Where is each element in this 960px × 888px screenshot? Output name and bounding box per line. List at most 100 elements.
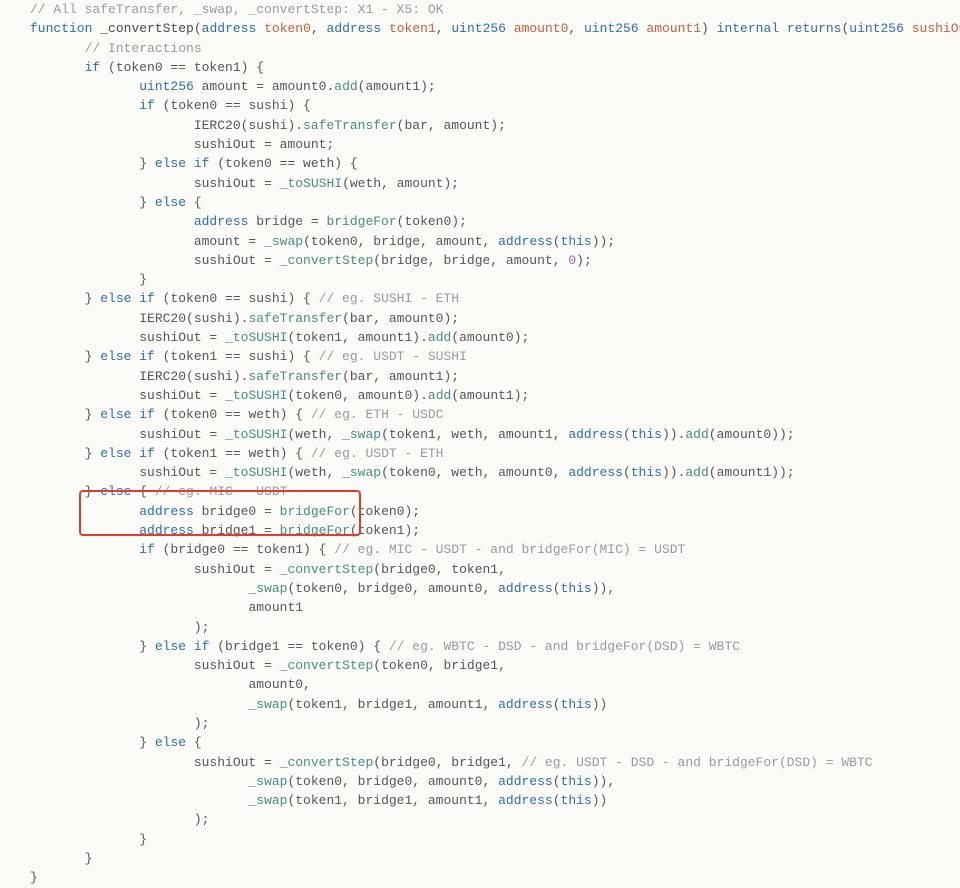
- code-token: (token1 == weth) {: [155, 446, 311, 461]
- code-token: _toSUSHI: [225, 388, 287, 403]
- code-token: _swap: [248, 793, 287, 808]
- code-token: bridgeFor: [326, 214, 396, 229]
- code-token: (weth,: [287, 465, 342, 480]
- code-token: else if: [100, 291, 155, 306]
- code-token: sushiOut =: [194, 253, 280, 268]
- code-token: (token0);: [397, 214, 467, 229]
- code-token: (token1, bridge1, amount1,: [287, 793, 498, 808]
- code-token: }: [85, 407, 101, 422]
- code-token: _convertStep: [100, 21, 194, 36]
- code-token: ,: [436, 21, 452, 36]
- code-token: // eg. ETH - USDC: [311, 407, 444, 422]
- code-token: function: [30, 21, 92, 36]
- code-token: uint256: [584, 21, 639, 36]
- code-token: if: [139, 542, 155, 557]
- code-token: }: [85, 851, 93, 866]
- code-token: // All safeTransfer, _swap, _convertStep…: [30, 2, 443, 17]
- code-token: else if: [100, 446, 155, 461]
- code-token: if: [139, 98, 155, 113]
- code-token: else if: [100, 349, 155, 364]
- code-token: add: [428, 330, 451, 345]
- code-token: (token0, bridge, amount,: [303, 234, 498, 249]
- code-token: (bridge0, token1,: [373, 562, 506, 577]
- code-token: (token0 == weth) {: [209, 156, 357, 171]
- code-token: bridge =: [248, 214, 326, 229]
- code-token: )),: [592, 774, 615, 789]
- code-token: _toSUSHI: [225, 465, 287, 480]
- code-token: address: [202, 21, 257, 36]
- code-token: amount0: [514, 21, 569, 36]
- code-token: (token0 == weth) {: [155, 407, 311, 422]
- code-token: }: [30, 870, 38, 885]
- code-token: {: [186, 735, 202, 750]
- code-token: bridgeFor: [280, 504, 350, 519]
- code-token: )): [592, 793, 608, 808]
- code-token: this: [561, 234, 592, 249]
- code-token: )).: [662, 465, 685, 480]
- code-token: _convertStep: [280, 253, 374, 268]
- code-token: (amount0);: [451, 330, 529, 345]
- code-token: else if: [155, 639, 210, 654]
- code-token: else: [100, 484, 131, 499]
- code-token: (token0 == token1) {: [100, 60, 264, 75]
- code-token: (bridge0 == token1) {: [155, 542, 334, 557]
- code-token: IERC20(sushi).: [139, 311, 248, 326]
- code-token: amount0,: [248, 677, 310, 692]
- code-token: ,: [311, 21, 327, 36]
- code-token: }: [139, 272, 147, 287]
- code-token: _swap: [342, 427, 381, 442]
- code-token: (bridge0, bridge1,: [373, 755, 521, 770]
- code-token: sushiOut =: [194, 562, 280, 577]
- code-token: (token0, weth, amount0,: [381, 465, 568, 480]
- code-token: // eg. USDT - DSD - and bridgeFor(DSD) =…: [522, 755, 873, 770]
- code-token: (: [623, 465, 631, 480]
- code-token: )).: [662, 427, 685, 442]
- code-token: }: [85, 291, 101, 306]
- code-token: address: [498, 697, 553, 712]
- code-token: sushiOut =: [194, 658, 280, 673]
- code-token: [506, 21, 514, 36]
- code-token: );: [194, 620, 210, 635]
- code-token: (token0 == sushi) {: [155, 98, 311, 113]
- code-token: this: [561, 774, 592, 789]
- code-token: token0: [264, 21, 311, 36]
- code-token: )): [592, 697, 608, 712]
- code-token: [381, 21, 389, 36]
- code-token: // eg. MIC - USDT - and bridgeFor(MIC) =…: [334, 542, 685, 557]
- code-token: else if: [155, 156, 210, 171]
- code-token: this: [561, 697, 592, 712]
- code-token: _toSUSHI: [280, 176, 342, 191]
- code-token: IERC20(sushi).: [194, 118, 303, 133]
- code-token: address: [139, 504, 194, 519]
- code-token: (bridge, bridge, amount,: [373, 253, 568, 268]
- code-token: if: [85, 60, 101, 75]
- code-token: address: [498, 793, 553, 808]
- code-token: _convertStep: [280, 562, 374, 577]
- code-token: (token0);: [350, 504, 420, 519]
- code-token: [779, 21, 787, 36]
- code-token: returns: [787, 21, 842, 36]
- code-token: sushiOut =: [139, 330, 225, 345]
- code-token: this: [631, 427, 662, 442]
- code-token: (token0, bridge1,: [373, 658, 506, 673]
- code-token: add: [685, 427, 708, 442]
- code-token: _swap: [248, 581, 287, 596]
- code-token: else: [155, 735, 186, 750]
- code-token: IERC20(sushi).: [139, 369, 248, 384]
- code-token: );: [194, 716, 210, 731]
- code-token: // Interactions: [85, 41, 202, 56]
- code-token: }: [85, 349, 101, 364]
- code-token: ));: [592, 234, 615, 249]
- code-token: }: [139, 639, 155, 654]
- code-token: (amount0));: [709, 427, 795, 442]
- code-token: (: [553, 697, 561, 712]
- code-token: );: [576, 253, 592, 268]
- code-token: (token1, bridge1, amount1,: [287, 697, 498, 712]
- code-token: this: [561, 581, 592, 596]
- code-token: sushiOut =: [139, 465, 225, 480]
- code-token: (token0, bridge0, amount0,: [287, 774, 498, 789]
- code-token: add: [685, 465, 708, 480]
- code-token: bridge0 =: [194, 504, 280, 519]
- code-token: internal: [717, 21, 779, 36]
- code-token: uint256: [451, 21, 506, 36]
